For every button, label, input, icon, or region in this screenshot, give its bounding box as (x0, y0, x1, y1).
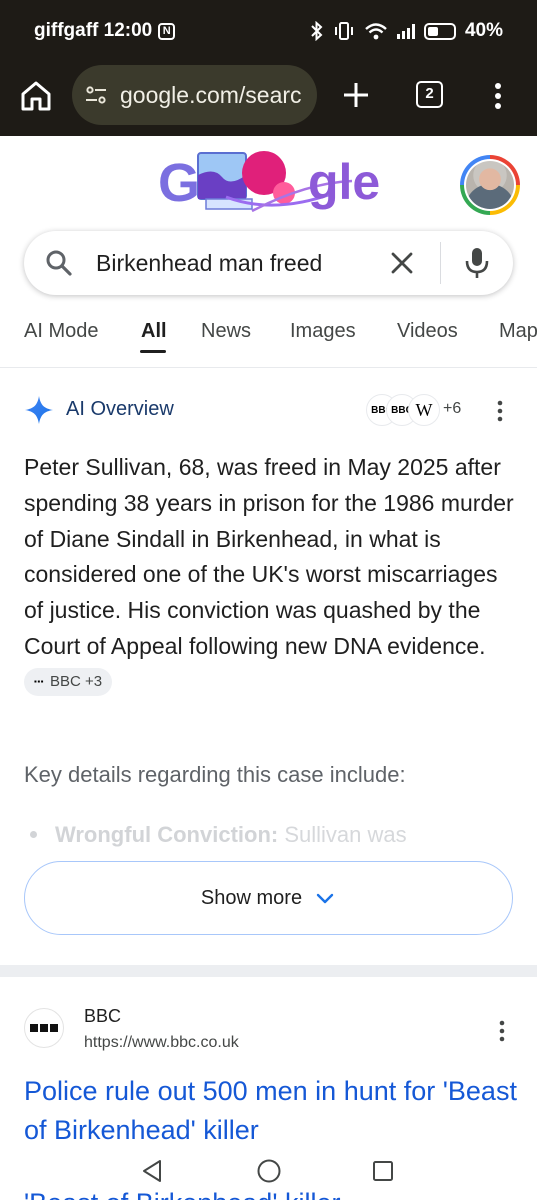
faded-item-bold: Wrongful Conviction: (55, 822, 279, 847)
citation-label: BBC +3 (50, 672, 103, 690)
tab-videos[interactable]: Videos (397, 320, 458, 343)
status-bar: giffgaff 12:00 N 40% (0, 0, 537, 62)
ai-overview-sources[interactable]: BBC BBC W (366, 394, 441, 426)
source-count[interactable]: +6 (443, 400, 461, 418)
active-tab-indicator (140, 350, 166, 353)
source-logo-wikipedia: W (408, 394, 440, 426)
search-icon (46, 250, 72, 276)
home-icon[interactable] (18, 78, 54, 114)
system-nav-bar (0, 1148, 537, 1194)
address-bar[interactable]: google.com/searc (72, 65, 317, 125)
browser-toolbar: google.com/searc 2 (0, 62, 537, 136)
recents-icon[interactable] (371, 1159, 395, 1183)
ai-overview-title: AI Overview (66, 398, 174, 420)
bullet (30, 830, 37, 838)
nfc-icon: N (158, 22, 176, 40)
mic-icon[interactable] (464, 246, 490, 280)
svg-text:G: G (158, 153, 200, 213)
tab-maps[interactable]: Maps (499, 320, 537, 343)
home-circle-icon[interactable] (256, 1158, 282, 1184)
sparkle-icon (25, 396, 53, 424)
site-settings-icon[interactable] (84, 83, 108, 107)
tab-ai-mode[interactable]: AI Mode (24, 320, 98, 343)
avatar-photo (466, 161, 514, 209)
url-text: google.com/searc (120, 81, 302, 108)
svg-text:gle: gle (308, 154, 380, 210)
carrier-time: giffgaff 12:00 (34, 20, 153, 41)
new-tab-icon[interactable] (338, 77, 374, 113)
bbc-favicon (24, 1008, 64, 1048)
avatar-ring (464, 159, 516, 211)
bbc-mini-icon: ▪▪▪ (34, 676, 45, 686)
bluetooth-icon (311, 21, 323, 41)
ai-overview-body: Peter Sullivan, 68, was freed in May 202… (24, 454, 514, 659)
status-left: giffgaff 12:00 N (34, 20, 176, 42)
vibrate-icon (334, 22, 353, 40)
search-divider (440, 242, 441, 284)
citation-chip[interactable]: ▪▪▪ BBC +3 (24, 667, 113, 696)
chevron-down-icon (316, 893, 334, 904)
search-input[interactable]: Birkenhead man freed (96, 250, 322, 277)
back-icon[interactable] (140, 1158, 166, 1184)
wifi-icon (365, 23, 387, 40)
show-more-label: Show more (200, 886, 303, 909)
search-tabs: AI Mode All News Images Videos Maps (0, 312, 537, 360)
search-box[interactable]: Birkenhead man freed (24, 231, 513, 295)
faded-list-item: Wrongful Conviction: Sullivan was (24, 822, 504, 858)
account-avatar[interactable] (460, 155, 520, 215)
tab-all[interactable]: All (141, 320, 167, 343)
tab-images[interactable]: Images (290, 320, 356, 343)
result-title-link[interactable]: Police rule out 500 men in hunt for 'Bea… (24, 1072, 524, 1150)
browser-chrome: giffgaff 12:00 N 40% google.com/searc 2 (0, 0, 537, 136)
show-more-button[interactable]: Show more (24, 861, 513, 935)
google-doodle-logo[interactable]: G gle (156, 145, 384, 221)
tabs-icon[interactable]: 2 (416, 81, 443, 108)
key-details-heading: Key details regarding this case include: (24, 762, 406, 787)
result-url[interactable]: https://www.bbc.co.uk (84, 1034, 239, 1052)
result-site-name[interactable]: BBC (84, 1006, 121, 1027)
more-icon[interactable] (488, 78, 508, 114)
faded-item-text: Sullivan was (278, 822, 407, 847)
ai-overview-text: Peter Sullivan, 68, was freed in May 202… (24, 450, 514, 701)
signal-icon (396, 23, 415, 39)
tabs-divider (0, 367, 537, 368)
battery-level: 40% (464, 20, 503, 41)
bbc-logo-icon (30, 1024, 58, 1032)
result-more-icon[interactable] (494, 1018, 510, 1044)
ai-overview-more-icon[interactable] (492, 398, 508, 424)
battery-icon (423, 22, 456, 40)
tab-news[interactable]: News (201, 320, 251, 343)
clear-icon[interactable] (388, 249, 416, 277)
status-right: 40% (310, 20, 503, 42)
section-divider (0, 965, 537, 977)
